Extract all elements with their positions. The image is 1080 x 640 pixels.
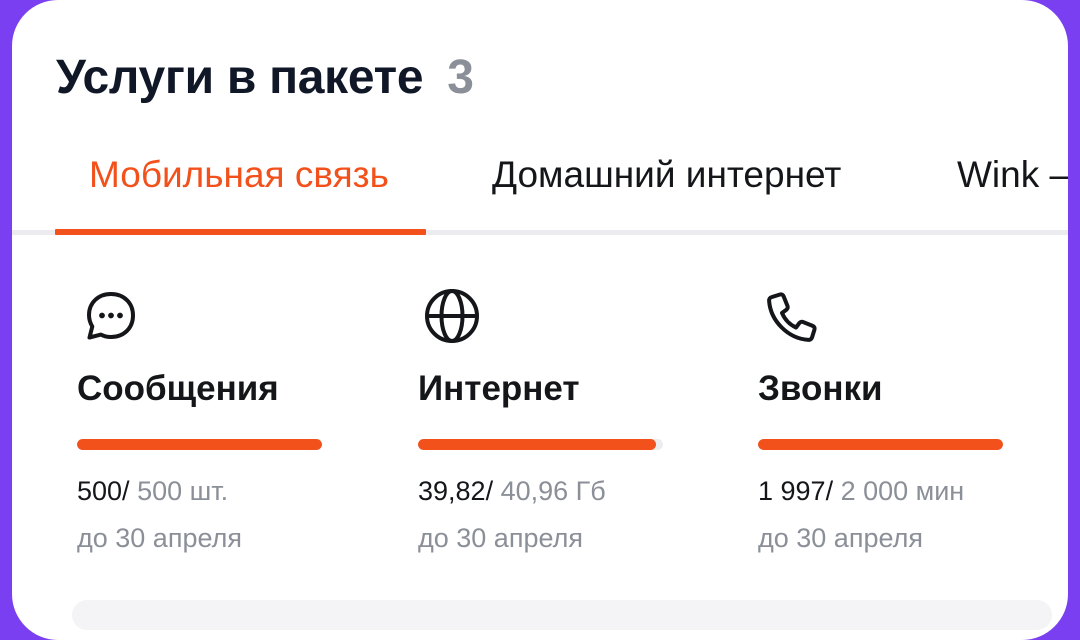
usage-progress-fill [418, 439, 657, 450]
service-title: Сообщения [77, 369, 279, 408]
usage-total: 2 000 мин [833, 476, 965, 506]
tab-bar: Мобильная связь Домашний интернет Wink – [12, 148, 1068, 234]
usage-used: 500/ [77, 476, 130, 506]
valid-until: до 30 апреля [418, 523, 583, 553]
usage-text: 500/ 500 шт. [77, 473, 228, 509]
globe-icon [422, 286, 482, 346]
usage-progress-bar [758, 439, 1003, 450]
usage-total: 40,96 Гб [493, 476, 606, 506]
valid-until: до 30 апреля [77, 523, 242, 553]
package-services-card: Услуги в пакете 3 Мобильная связь Домашни… [12, 0, 1068, 640]
usage-text: 1 997/ 2 000 мин [758, 473, 964, 509]
phone-icon [762, 286, 822, 346]
usage-progress-fill [758, 439, 1003, 450]
valid-until: до 30 апреля [758, 523, 923, 553]
usage-total: 500 шт. [129, 476, 229, 506]
usage-text: 39,82/ 40,96 Гб [418, 473, 606, 509]
active-tab-indicator [55, 229, 426, 235]
usage-used: 39,82/ [418, 476, 494, 506]
tab-mobile[interactable]: Мобильная связь [89, 148, 389, 234]
usage-progress-bar [77, 439, 322, 450]
usage-progress-bar [418, 439, 663, 450]
next-section-edge [72, 600, 1052, 630]
tab-wink[interactable]: Wink – [957, 148, 1068, 234]
usage-progress-fill [77, 439, 322, 450]
usage-used: 1 997/ [758, 476, 834, 506]
page-title: Услуги в пакете [56, 51, 424, 104]
tab-home-internet[interactable]: Домашний интернет [492, 148, 841, 234]
service-title: Интернет [418, 369, 580, 408]
service-title: Звонки [758, 369, 883, 408]
services-count: 3 [447, 51, 474, 104]
section-header: Услуги в пакете 3 [56, 50, 474, 106]
chat-bubble-icon [81, 286, 141, 346]
